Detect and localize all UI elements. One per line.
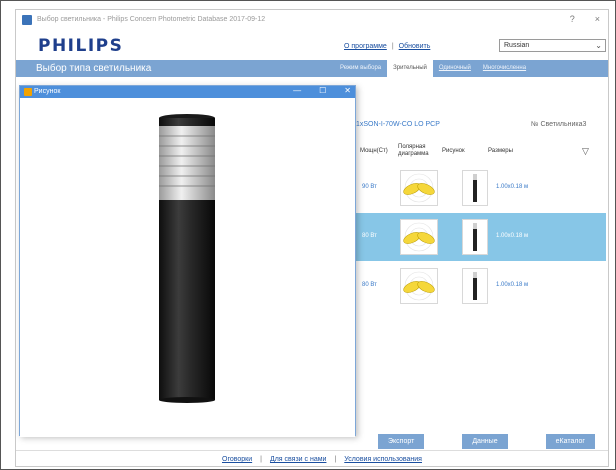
column-header-power[interactable]: Мощн(Ст) [356,148,398,154]
popup-window-controls: — ☐ ✕ [293,86,351,95]
tab-visual[interactable]: Зрительный [387,60,433,77]
language-value: Russian [504,42,530,49]
table-row[interactable]: 90 Вт 1.00x0.18 м [356,164,606,212]
filter-icon[interactable]: ▽ [582,146,589,157]
row-power: 80 Вт [362,282,377,288]
tab-bar: Режим выбора Зрительный Одиночный Многоч… [334,60,532,77]
bollard-thumbnail[interactable] [462,170,488,206]
window-controls: ? × [570,14,600,24]
help-button[interactable]: ? [570,14,575,24]
column-header-picture[interactable]: Рисунок [442,148,488,154]
row-dimensions: 1.00x0.18 м [496,233,529,239]
footer-separator: | [260,456,262,463]
popup-titlebar[interactable]: Рисунок — ☐ ✕ [20,86,355,98]
about-link[interactable]: О программе [344,43,387,50]
header-links: О программе | Обновить [344,43,430,50]
data-button[interactable]: Данные [462,434,508,449]
page-title: Выбор типа светильника [36,63,152,74]
row-dimensions: 1.00x0.18 м [496,282,529,288]
export-button[interactable]: Экспорт [378,434,425,449]
ecatalog-button[interactable]: eКаталог [545,434,595,449]
popup-close-button[interactable]: ✕ [344,86,351,95]
polar-diagram-thumbnail[interactable] [400,268,438,304]
language-select[interactable]: Russian ⌄ [499,39,606,52]
footer-separator: | [334,456,337,463]
polar-diagram-thumbnail[interactable] [400,219,438,255]
update-link[interactable]: Обновить [399,43,431,50]
footer-links: Оговорки | Для связи с нами | Условия ис… [222,456,422,463]
tab-multiple[interactable]: Многочисленна [477,60,532,77]
window-title: Выбор светильника - Philips Concern Phot… [37,16,266,23]
popup-title: Рисунок [34,88,61,95]
bollard-luminaire-image [159,114,215,403]
close-button[interactable]: × [595,14,600,24]
tab-selection-mode[interactable]: Режим выбора [334,60,387,77]
nav-bar: Выбор типа светильника Режим выбора Зрит… [16,60,608,77]
contact-link[interactable]: Для связи с нами [270,456,326,463]
picture-popup-window: Рисунок — ☐ ✕ [19,85,356,437]
row-power: 80 Вт [362,233,377,239]
product-model: 1xSON-I-70W-CO LO PCP [356,121,440,128]
bollard-thumbnail[interactable] [462,268,488,304]
column-header-polar[interactable]: Полярная диаграмма [398,144,442,158]
table-header: Мощн(Ст) Полярная диаграмма Рисунок Разм… [356,139,606,163]
tab-single[interactable]: Одиночный [433,60,477,77]
bollard-thumbnail[interactable] [462,219,488,255]
app-icon [22,14,32,25]
table-row-selected[interactable]: 80 Вт 1.00x0.18 м [356,213,606,261]
picture-icon [24,88,32,96]
minimize-button[interactable]: — [293,86,301,95]
polar-diagram-thumbnail[interactable] [400,170,438,206]
screenshot-frame: Выбор светильника - Philips Concern Phot… [0,0,616,470]
terms-link[interactable]: Условия использования [344,456,422,463]
maximize-button[interactable]: ☐ [319,86,326,95]
link-separator: | [391,43,394,50]
action-buttons: Экспорт Данные eКаталог [378,434,595,449]
disclaimer-link[interactable]: Оговорки [222,456,252,463]
table-row[interactable]: 80 Вт 1.00x0.18 м [356,262,606,310]
window-titlebar: Выбор светильника - Philips Concern Phot… [16,10,608,29]
row-dimensions: 1.00x0.18 м [496,184,529,190]
row-power: 90 Вт [362,184,377,190]
popup-image-area [20,98,355,437]
chevron-down-icon: ⌄ [595,41,602,50]
fixture-number: № Светильника3 [531,121,587,128]
column-header-dimensions[interactable]: Размеры [488,148,582,154]
philips-logo: PHILIPS [38,36,124,56]
footer: Оговорки | Для связи с нами | Условия ис… [16,450,608,468]
